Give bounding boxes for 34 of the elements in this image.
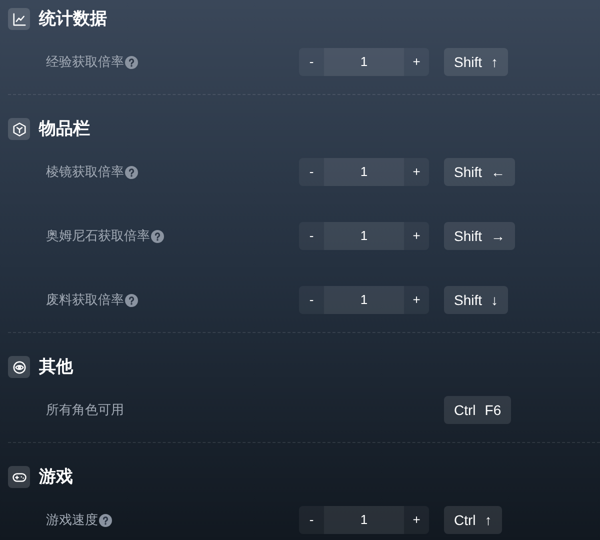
increment-button[interactable]: +	[404, 222, 429, 250]
section-title: 物品栏	[39, 118, 90, 140]
decrement-button[interactable]: -	[299, 48, 324, 76]
help-icon[interactable]	[151, 230, 164, 242]
circle-icon	[12, 360, 26, 374]
setting-label: 经验获取倍率	[46, 53, 124, 72]
help-icon[interactable]	[125, 166, 138, 178]
hotkey-button[interactable]: Shift →	[444, 222, 516, 250]
increment-button[interactable]: +	[404, 48, 429, 76]
hotkey-button[interactable]: Ctrl F6	[444, 396, 512, 424]
decrement-button[interactable]: -	[299, 286, 324, 314]
hotkey-button[interactable]: Ctrl ↑	[444, 506, 502, 534]
setting-label: 所有角色可用	[46, 401, 124, 420]
decrement-button[interactable]: -	[299, 222, 324, 250]
increment-button[interactable]: +	[404, 286, 429, 314]
hotkey-button[interactable]: Shift ←	[444, 158, 516, 186]
help-icon[interactable]	[99, 514, 112, 526]
help-icon[interactable]	[125, 294, 138, 306]
setting-label: 废料获取倍率	[46, 291, 124, 310]
hexagon-icon	[12, 122, 26, 136]
decrement-button[interactable]: -	[299, 158, 324, 186]
hotkey-button[interactable]: Shift ↑	[444, 48, 508, 76]
increment-button[interactable]: +	[404, 506, 429, 534]
section-title: 其他	[39, 356, 73, 378]
hotkey-button[interactable]: Shift ↓	[444, 286, 508, 314]
increment-button[interactable]: +	[404, 158, 429, 186]
setting-label: 奥姆尼石获取倍率	[46, 227, 150, 246]
section-title: 游戏	[39, 466, 73, 488]
decrement-button[interactable]: -	[299, 506, 324, 534]
setting-label: 游戏速度	[46, 511, 98, 530]
section-title: 统计数据	[39, 8, 107, 30]
line-chart-icon	[12, 12, 26, 26]
setting-label: 棱镜获取倍率	[46, 163, 124, 182]
help-icon[interactable]	[125, 56, 138, 68]
